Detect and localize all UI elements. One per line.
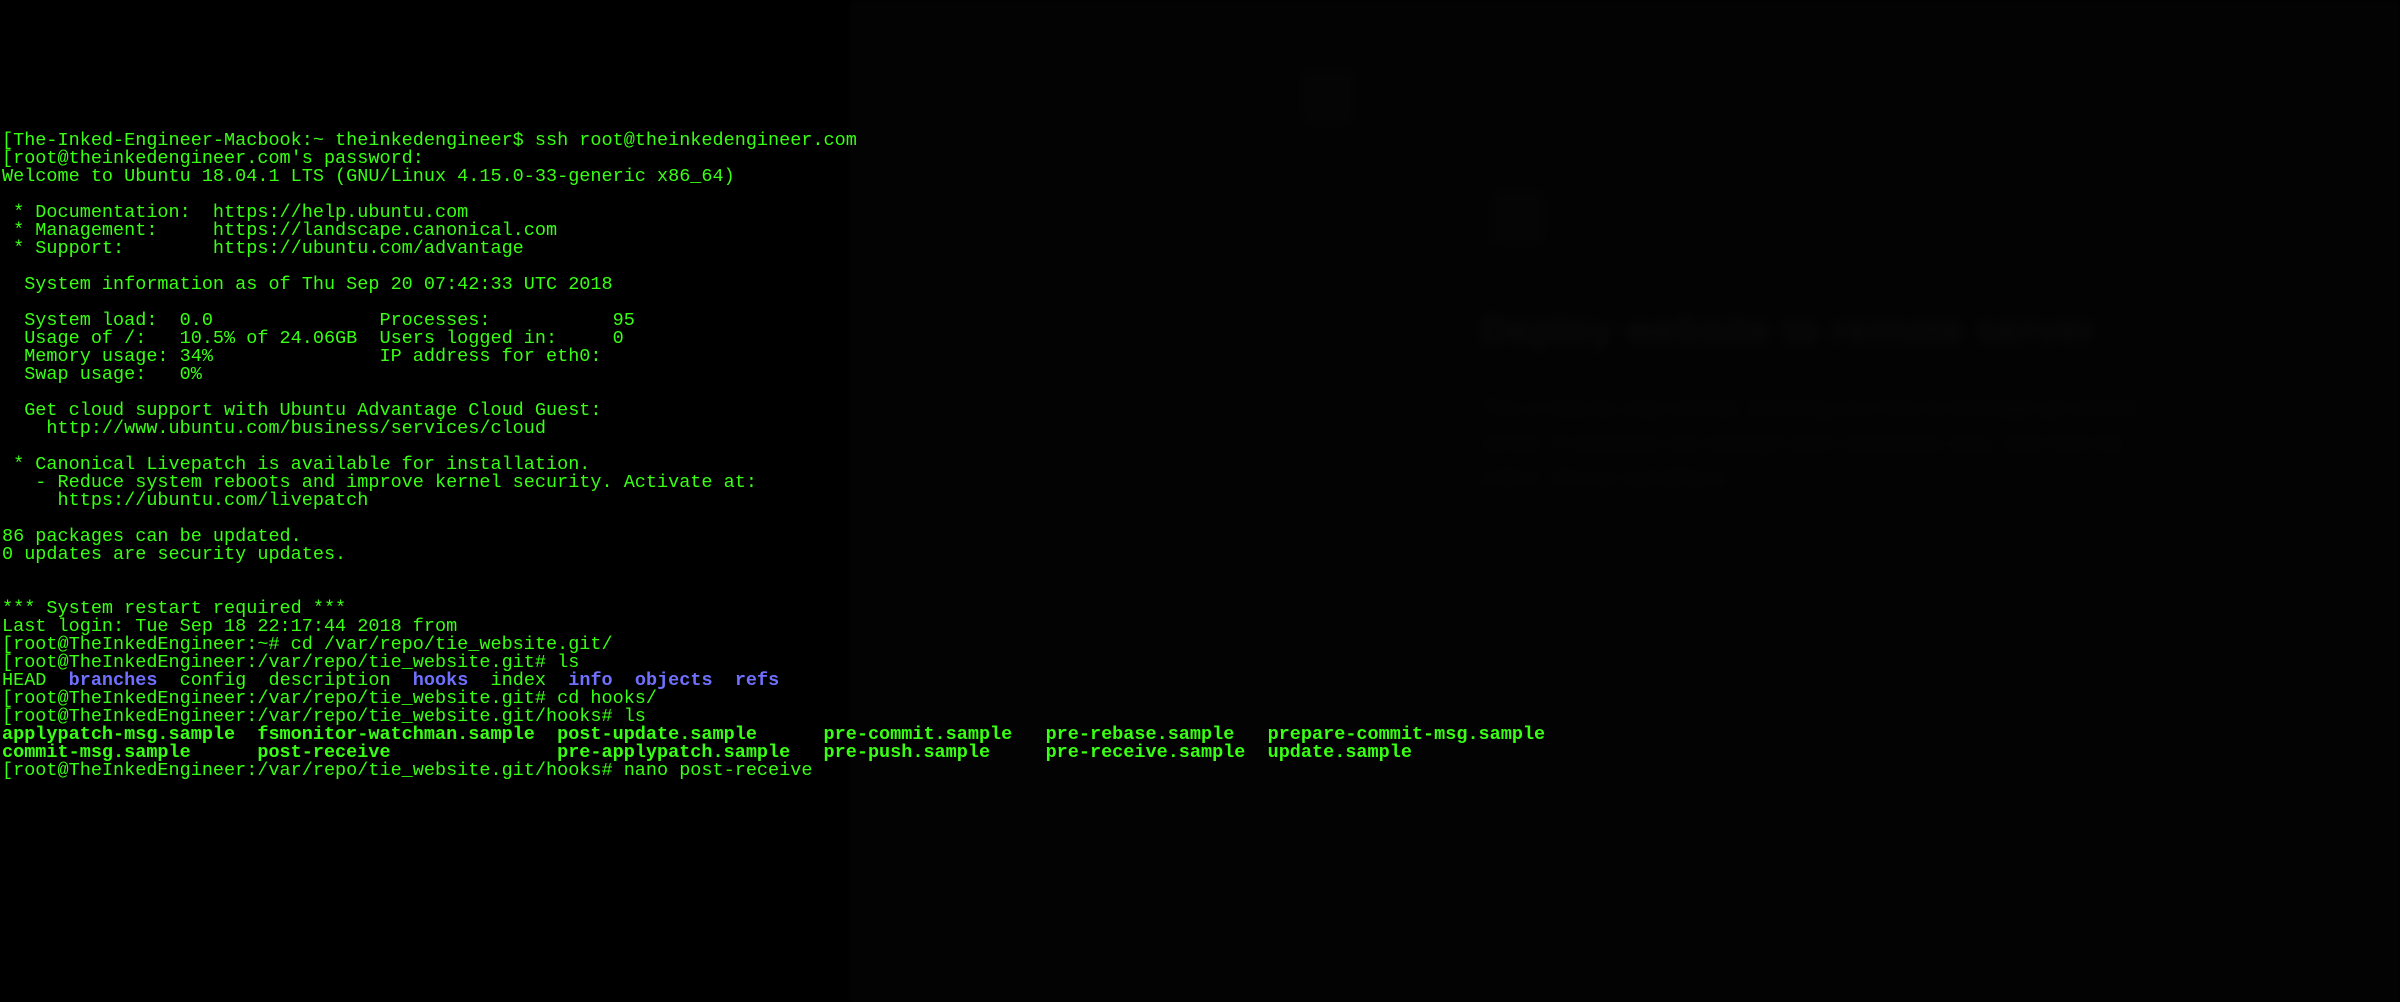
terminal-window[interactable]: [The-Inked-Engineer-Macbook:~ theinkeden… (0, 130, 2400, 782)
terminal-line: Memory usage: 34% IP address for eth0: (2, 348, 2398, 366)
terminal-text-segment: 0 updates are security updates. (2, 544, 346, 565)
terminal-line: 0 updates are security updates. (2, 546, 2398, 564)
terminal-line (2, 582, 2398, 600)
terminal-text-segment: Welcome to Ubuntu 18.04.1 LTS (GNU/Linux… (2, 166, 735, 187)
terminal-text-segment: Swap usage: 0% (2, 364, 202, 385)
terminal-line (2, 564, 2398, 582)
terminal-text-segment: http://www.ubuntu.com/business/services/… (2, 418, 546, 439)
terminal-line: * Support: https://ubuntu.com/advantage (2, 240, 2398, 258)
terminal-text-segment (713, 670, 735, 691)
terminal-line: Swap usage: 0% (2, 366, 2398, 384)
terminal-line: http://www.ubuntu.com/business/services/… (2, 420, 2398, 438)
terminal-line: 86 packages can be updated. (2, 528, 2398, 546)
bg-logo (1300, 70, 1355, 125)
terminal-line: System information as of Thu Sep 20 07:4… (2, 276, 2398, 294)
terminal-line: [root@TheInkedEngineer:/var/repo/tie_web… (2, 762, 2398, 780)
terminal-line: https://ubuntu.com/livepatch (2, 492, 2398, 510)
terminal-text-segment: refs (735, 670, 779, 691)
terminal-line (2, 510, 2398, 528)
terminal-text-segment: https://ubuntu.com/livepatch (2, 490, 368, 511)
terminal-text-segment: [root@TheInkedEngineer:/var/repo/tie_web… (2, 760, 812, 781)
terminal-text-segment: * Support: https://ubuntu.com/advantage (2, 238, 524, 259)
terminal-line: Welcome to Ubuntu 18.04.1 LTS (GNU/Linux… (2, 168, 2398, 186)
terminal-text-segment: System information as of Thu Sep 20 07:4… (2, 274, 613, 295)
